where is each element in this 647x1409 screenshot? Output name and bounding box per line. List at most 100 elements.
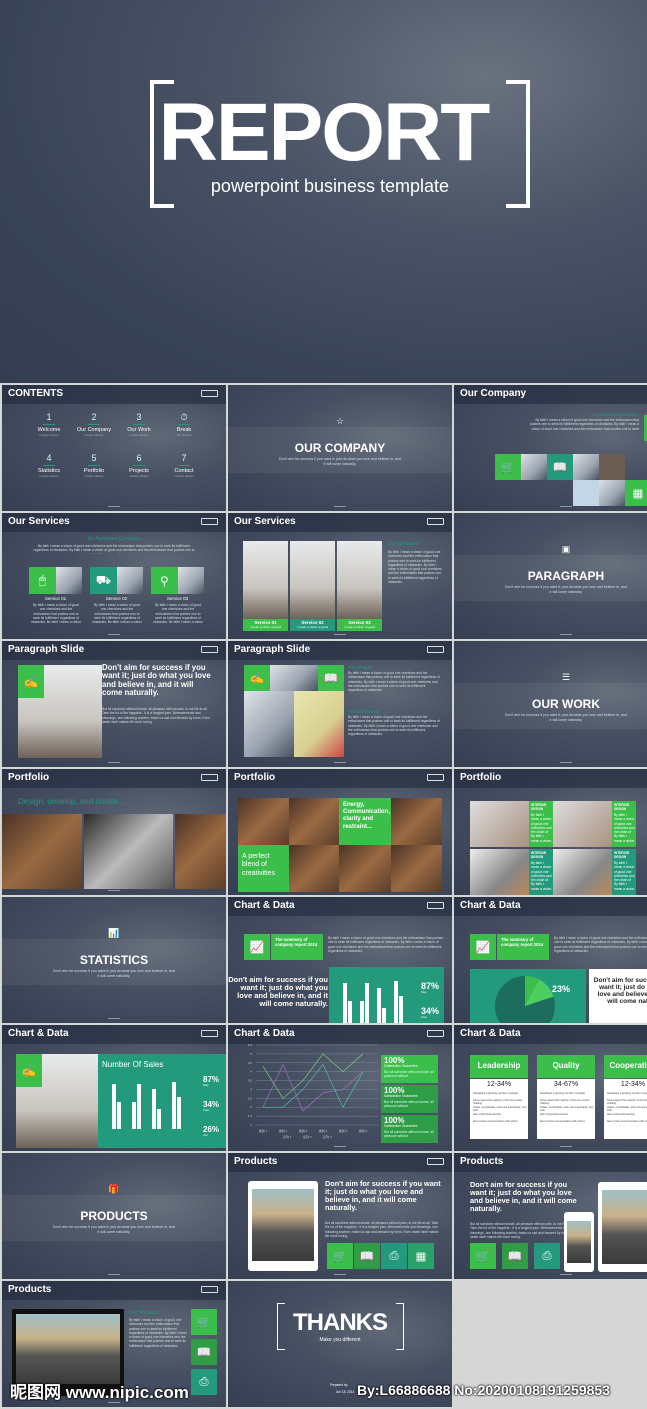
slide-thumbnail-16[interactable]: Chart & Data 📈 The summary of company repo… xyxy=(454,897,647,1023)
calendar-icon: ▦ xyxy=(632,487,644,500)
slide-thumbnail-3[interactable]: ☆ OUR COMPANY Don't aim for success if you… xyxy=(228,385,452,511)
photo xyxy=(521,454,547,480)
phone-screen xyxy=(567,1221,591,1263)
photo xyxy=(599,480,625,506)
slide-thumbnail-18[interactable]: Chart & Data 5.5 5 4.5 4 3.5 3 2.5 2 1.5 1 类别 1 类别 2… xyxy=(228,1025,452,1151)
item-number: 3 xyxy=(136,412,142,422)
calendar-icon-tile: ▦ xyxy=(408,1243,434,1269)
logo-placeholder xyxy=(201,390,218,397)
book-icon: 📖 xyxy=(552,461,568,474)
slide-thumbnail-20[interactable]: 🎁 PRODUCTS Don't aim for success if you wa… xyxy=(2,1153,226,1279)
photo xyxy=(573,480,599,506)
slide-thumbnail-7[interactable]: ▣ PARAGRAPH Don't aim for success if you w… xyxy=(454,513,647,639)
y-tick: 3.5 xyxy=(248,1079,253,1083)
item-number: 6 xyxy=(136,453,142,463)
slide-title: Products xyxy=(8,1284,52,1295)
x-tick: 类别 5 xyxy=(339,1128,348,1133)
slide-thumbnail-21[interactable]: Products Don't aim for success if you wan… xyxy=(228,1153,452,1279)
slide-thumbnail-14[interactable]: 📊 STATISTICS Don't aim for success if you … xyxy=(2,897,226,1023)
reading-icon-tile: ✍ xyxy=(16,1054,42,1087)
tier-card: 12-34% Nowadays a growing number of peopl… xyxy=(470,1079,528,1139)
tier-bullet: Some spend the majority of the time onli… xyxy=(540,1099,590,1106)
slide-thumbnail-22[interactable]: Products Don't aim for success if you wan… xyxy=(454,1153,647,1279)
slide-thumbnail-10[interactable]: ☰ OUR WORK Don't aim for success if you wa… xyxy=(454,641,647,767)
slide-title: Chart & Data xyxy=(460,900,521,911)
bar xyxy=(177,1096,181,1129)
section-text: Don't aim for success if you want it; ju… xyxy=(279,457,401,466)
bar xyxy=(365,983,369,1023)
portfolio-label-box: INTERIOR DESIGN By faith I mean a vision … xyxy=(612,801,636,847)
cards-icon: ⎙ xyxy=(199,1375,209,1388)
slide-thumbnail-2[interactable]: CONTENTS 1 Welcome Unique design 2 Our Compan… xyxy=(2,385,226,511)
stat-label: May xyxy=(203,1083,209,1087)
book-icon: 📖 xyxy=(196,1346,212,1359)
logo-placeholder xyxy=(427,1030,444,1037)
tier-bullet: lack of physical exercise xyxy=(540,1113,568,1116)
service-sub: I mean a vision of good xyxy=(296,625,329,629)
logo-placeholder xyxy=(427,774,444,781)
book-icon: 📖 xyxy=(507,1250,523,1263)
title-slide: REPORT powerpoint business template xyxy=(0,0,647,383)
body-text: By faith I mean a vision of good one che… xyxy=(153,603,203,623)
underline xyxy=(178,465,190,466)
bar xyxy=(152,1088,156,1129)
tier-bullet: face to face communication with others xyxy=(473,1120,518,1123)
slide-thumbnail-13[interactable]: Portfolio INTERIOR DESIGN By faith I mean … xyxy=(454,769,647,895)
truck-icon: ⛟ xyxy=(95,572,112,587)
photo xyxy=(470,801,530,847)
item-sub: Unique design xyxy=(129,474,149,478)
item-sub: Unique design xyxy=(84,433,104,437)
slide-thumbnail-4[interactable]: Our Company An Awesome Company By faith I … xyxy=(454,385,647,511)
logo-placeholder xyxy=(427,518,444,525)
slide-page-dots xyxy=(108,1018,120,1019)
logo-placeholder xyxy=(427,646,444,653)
stat-label: May xyxy=(421,990,427,994)
hero-subtitle: powerpoint business template xyxy=(210,176,450,196)
body-text: But all sunshine without shade, all plea… xyxy=(325,1221,439,1238)
item-sub: Unique design xyxy=(174,474,194,478)
report-icon: 📈 xyxy=(249,941,265,954)
bar xyxy=(394,981,398,1023)
book-icon: 📖 xyxy=(359,1250,375,1263)
item-sub: Unique design xyxy=(84,474,104,478)
slide-thumbnail-19[interactable]: Chart & Data Leadership 12-34% Nowadays a g… xyxy=(454,1025,647,1151)
tier-card: 12-34% Nowadays a growing number of peopl… xyxy=(604,1079,647,1139)
slide-page-dots xyxy=(334,762,346,763)
slide-thumbnail-5[interactable]: Our Services An Awesome Company By faith I… xyxy=(2,513,226,639)
portfolio-label-box: INTERIOR DESIGN By faith I mean a vision … xyxy=(612,849,636,895)
slide-page-dots xyxy=(560,1274,572,1275)
item-number: 5 xyxy=(91,453,97,463)
watermark-site: 昵图网 www.nipic.com xyxy=(10,1383,189,1402)
slide-thumbnail-17[interactable]: Chart & Data ✍ Number Of Sales 87% May 34% Fee… xyxy=(2,1025,226,1151)
tier-name: Leadership xyxy=(477,1061,521,1070)
logo-placeholder xyxy=(201,646,218,653)
slide-thumbnail-11[interactable]: Portfolio Design, develop, and create.... xyxy=(2,769,226,895)
slide-thumbnail-8[interactable]: Paragraph Slide ✍ Don't aim for success if… xyxy=(2,641,226,767)
bar-chart-icon: 📊 xyxy=(108,928,120,938)
cart-icon: 🛒 xyxy=(475,1250,491,1263)
services-heading: Our Company xyxy=(388,541,420,547)
slide-page-dots xyxy=(108,1274,120,1275)
portfolio-label-box: INTERIOR DESIGN By faith I mean a vision … xyxy=(529,849,553,895)
hero-title: REPORT xyxy=(158,87,491,178)
cards-icon-tile: ⎙ xyxy=(191,1369,217,1395)
slide-thumbnail-12[interactable]: Portfolio Energy, Communication, clarity … xyxy=(228,769,452,895)
slide-thumbnail-6[interactable]: Our Services Service 01 I mean a vision of… xyxy=(228,513,452,639)
underline xyxy=(133,465,145,466)
section-text: Don't aim for success if you want it; ju… xyxy=(505,585,627,594)
x-tick: 类别 1 xyxy=(259,1128,268,1133)
tier-bullet: Nowadays a growing number of people xyxy=(607,1092,647,1095)
service-label: Service 02 xyxy=(105,596,128,601)
satisfaction-box: 100% Satisfaction Guarantee But all sunshi… xyxy=(381,1055,438,1083)
portfolio-box: A perfect blend of creativities xyxy=(238,845,289,892)
reading-icon: ✍ xyxy=(21,1064,37,1078)
photo xyxy=(238,798,289,845)
slide-thumbnail-15[interactable]: Chart & Data 📈 The summary of company repo… xyxy=(228,897,452,1023)
tier-header: Cooperation xyxy=(604,1055,647,1078)
legend-entry: 系列 1 xyxy=(283,1134,292,1139)
slide-thumbnail-9[interactable]: Paragraph Slide ✍ 📖 First chapter By faith I… xyxy=(228,641,452,767)
logo-placeholder xyxy=(201,774,218,781)
y-tick: 5 xyxy=(250,1052,252,1056)
service-label: Service 03 xyxy=(166,596,189,601)
item-sub: 10 minutes xyxy=(176,433,192,437)
